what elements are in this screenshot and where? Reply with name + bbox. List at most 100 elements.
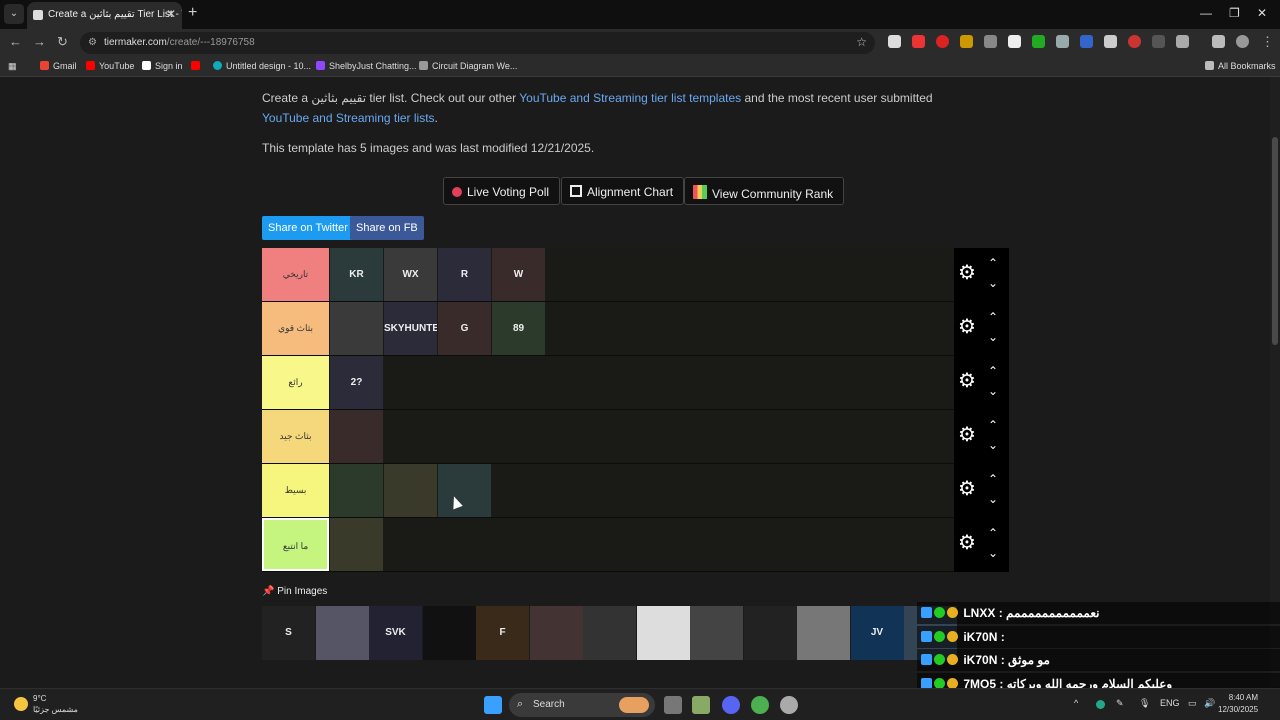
live-voting-button[interactable]: Live Voting Poll [443, 177, 561, 205]
pin-image[interactable] [529, 606, 583, 660]
extension-icon[interactable] [1152, 35, 1165, 48]
gear-icon[interactable]: ⚙ [958, 262, 976, 284]
extension-icon[interactable] [1104, 35, 1117, 48]
tier-label[interactable]: بثاث جيد [262, 410, 329, 463]
tier-items[interactable] [330, 518, 954, 571]
windows-start-icon[interactable] [484, 696, 502, 714]
bookmark-youtube-2[interactable] [191, 61, 204, 71]
pin-image[interactable] [690, 606, 743, 660]
weather-icon[interactable] [14, 697, 28, 711]
chrome-icon[interactable] [751, 696, 769, 714]
chevron-down-icon[interactable]: ⌄ [988, 276, 998, 290]
pin-image[interactable]: SVK [369, 606, 422, 660]
extensions-puzzle-icon[interactable] [1176, 35, 1189, 48]
tier-item-image[interactable]: G [438, 302, 491, 355]
bookmark-twitch[interactable]: ShelbyJust Chatting... [316, 61, 417, 71]
tier-items[interactable]: SKYHUNTER270G89 [330, 302, 954, 355]
taskbar-clock[interactable]: 8:40 AM 12/30/2025 [1218, 692, 1258, 716]
tier-item-image[interactable]: R [438, 248, 491, 301]
tier-label[interactable]: تاريخي [262, 248, 329, 301]
gear-icon[interactable]: ⚙ [958, 478, 976, 500]
gear-icon[interactable]: ⚙ [958, 316, 976, 338]
chevron-up-icon[interactable]: ⌃ [988, 472, 998, 486]
tier-item-image[interactable] [330, 464, 383, 517]
tier-items[interactable] [330, 410, 954, 463]
all-bookmarks[interactable]: All Bookmarks [1205, 61, 1276, 71]
browser-tab-active[interactable]: Create a تقييم بثاثين Tier List - T ✕ [27, 2, 182, 29]
tier-label[interactable]: بثاث قوي [262, 302, 329, 355]
pin-image[interactable] [636, 606, 690, 660]
microphone-icon[interactable]: 🎙 [1139, 698, 1150, 709]
tier-items[interactable]: 2? [330, 356, 954, 409]
task-view-icon[interactable] [664, 696, 682, 714]
chevron-up-icon[interactable]: ⌃ [988, 418, 998, 432]
bookmark-gmail[interactable]: Gmail [40, 61, 77, 71]
pin-image[interactable]: S [262, 606, 315, 660]
extension-icon[interactable] [1056, 35, 1069, 48]
chevron-down-icon[interactable]: ⌄ [988, 330, 998, 344]
chevron-up-icon[interactable]: ⌃ [988, 364, 998, 378]
tier-item-image[interactable]: 89 [492, 302, 545, 355]
tier-label[interactable]: رائع [262, 356, 329, 409]
download-icon[interactable] [1212, 35, 1225, 48]
tier-label[interactable]: ما انتبع [262, 518, 329, 571]
bookmark-canva[interactable]: Untitled design - 10... [213, 61, 311, 71]
tier-item-image[interactable]: 2? [330, 356, 383, 409]
language-indicator[interactable]: ENG [1160, 698, 1180, 708]
menu-icon[interactable]: ⋮ [1261, 34, 1274, 50]
tier-item-image[interactable] [330, 302, 383, 355]
weather-widget[interactable]: 9°C مشمس جزئيًا [33, 693, 78, 715]
alignment-chart-button[interactable]: Alignment Chart [561, 177, 685, 205]
chevron-down-icon[interactable]: ⌄ [988, 492, 998, 506]
minimize-button[interactable]: — [1200, 6, 1212, 20]
discord-icon[interactable] [722, 696, 740, 714]
tray-chevron-icon[interactable]: ^ [1074, 698, 1078, 708]
pin-image[interactable]: JV [850, 606, 904, 660]
tier-item-image[interactable]: SKYHUNTER270 [384, 302, 437, 355]
extension-icon[interactable] [984, 35, 997, 48]
site-info-icon[interactable]: ⚙ [88, 37, 97, 48]
extension-icon[interactable] [960, 35, 973, 48]
profile-avatar-icon[interactable] [1236, 35, 1249, 48]
share-twitter-button[interactable]: Share on Twitter [262, 216, 354, 240]
extension-icon[interactable] [1032, 35, 1045, 48]
extension-icon[interactable] [1080, 35, 1093, 48]
scrollbar-thumb[interactable] [1272, 137, 1278, 345]
bookmark-circuit[interactable]: Circuit Diagram We... [419, 61, 517, 71]
restore-button[interactable]: ❐ [1229, 6, 1240, 20]
extension-icon[interactable] [888, 35, 901, 48]
taskbar-search[interactable]: ⌕ Search [509, 693, 655, 717]
volume-icon[interactable]: 🔊 [1204, 698, 1215, 709]
chevron-down-icon[interactable]: ⌄ [988, 438, 998, 452]
tier-item-image[interactable] [330, 410, 383, 463]
tier-item-image[interactable]: W [492, 248, 545, 301]
templates-link[interactable]: YouTube and Streaming tier list template… [519, 91, 741, 105]
forward-icon[interactable]: → [33, 34, 46, 49]
extension-icon[interactable] [1008, 35, 1021, 48]
chevron-down-icon[interactable]: ⌄ [988, 546, 998, 560]
gear-icon[interactable]: ⚙ [958, 370, 976, 392]
chevron-up-icon[interactable]: ⌃ [988, 526, 998, 540]
address-bar[interactable]: ⚙ tiermaker.com/create/---18976758 ☆ [80, 32, 875, 54]
extension-icon[interactable] [936, 35, 949, 48]
pin-image[interactable] [315, 606, 369, 660]
bookmark-signin[interactable]: Sign in [142, 61, 183, 71]
tier-item-image[interactable]: WX [384, 248, 437, 301]
gear-icon[interactable]: ⚙ [958, 532, 976, 554]
obs-icon[interactable] [780, 696, 798, 714]
tier-item-image[interactable] [384, 464, 437, 517]
close-window-button[interactable]: ✕ [1257, 6, 1267, 20]
chevron-up-icon[interactable]: ⌃ [988, 256, 998, 270]
tier-label[interactable]: بسيط [262, 464, 329, 517]
user-lists-link[interactable]: YouTube and Streaming tier lists [262, 111, 435, 125]
gear-icon[interactable]: ⚙ [958, 424, 976, 446]
pin-image[interactable] [797, 606, 850, 660]
tray-app-icon[interactable] [1096, 700, 1105, 709]
extension-icon[interactable] [912, 35, 925, 48]
pin-image[interactable] [743, 606, 797, 660]
tier-items[interactable]: KR WX R W [330, 248, 954, 301]
share-facebook-button[interactable]: Share on FB [350, 216, 424, 240]
network-icon[interactable]: ▭ [1188, 698, 1197, 709]
chevron-up-icon[interactable]: ⌃ [988, 310, 998, 324]
pin-image[interactable]: F [476, 606, 529, 660]
